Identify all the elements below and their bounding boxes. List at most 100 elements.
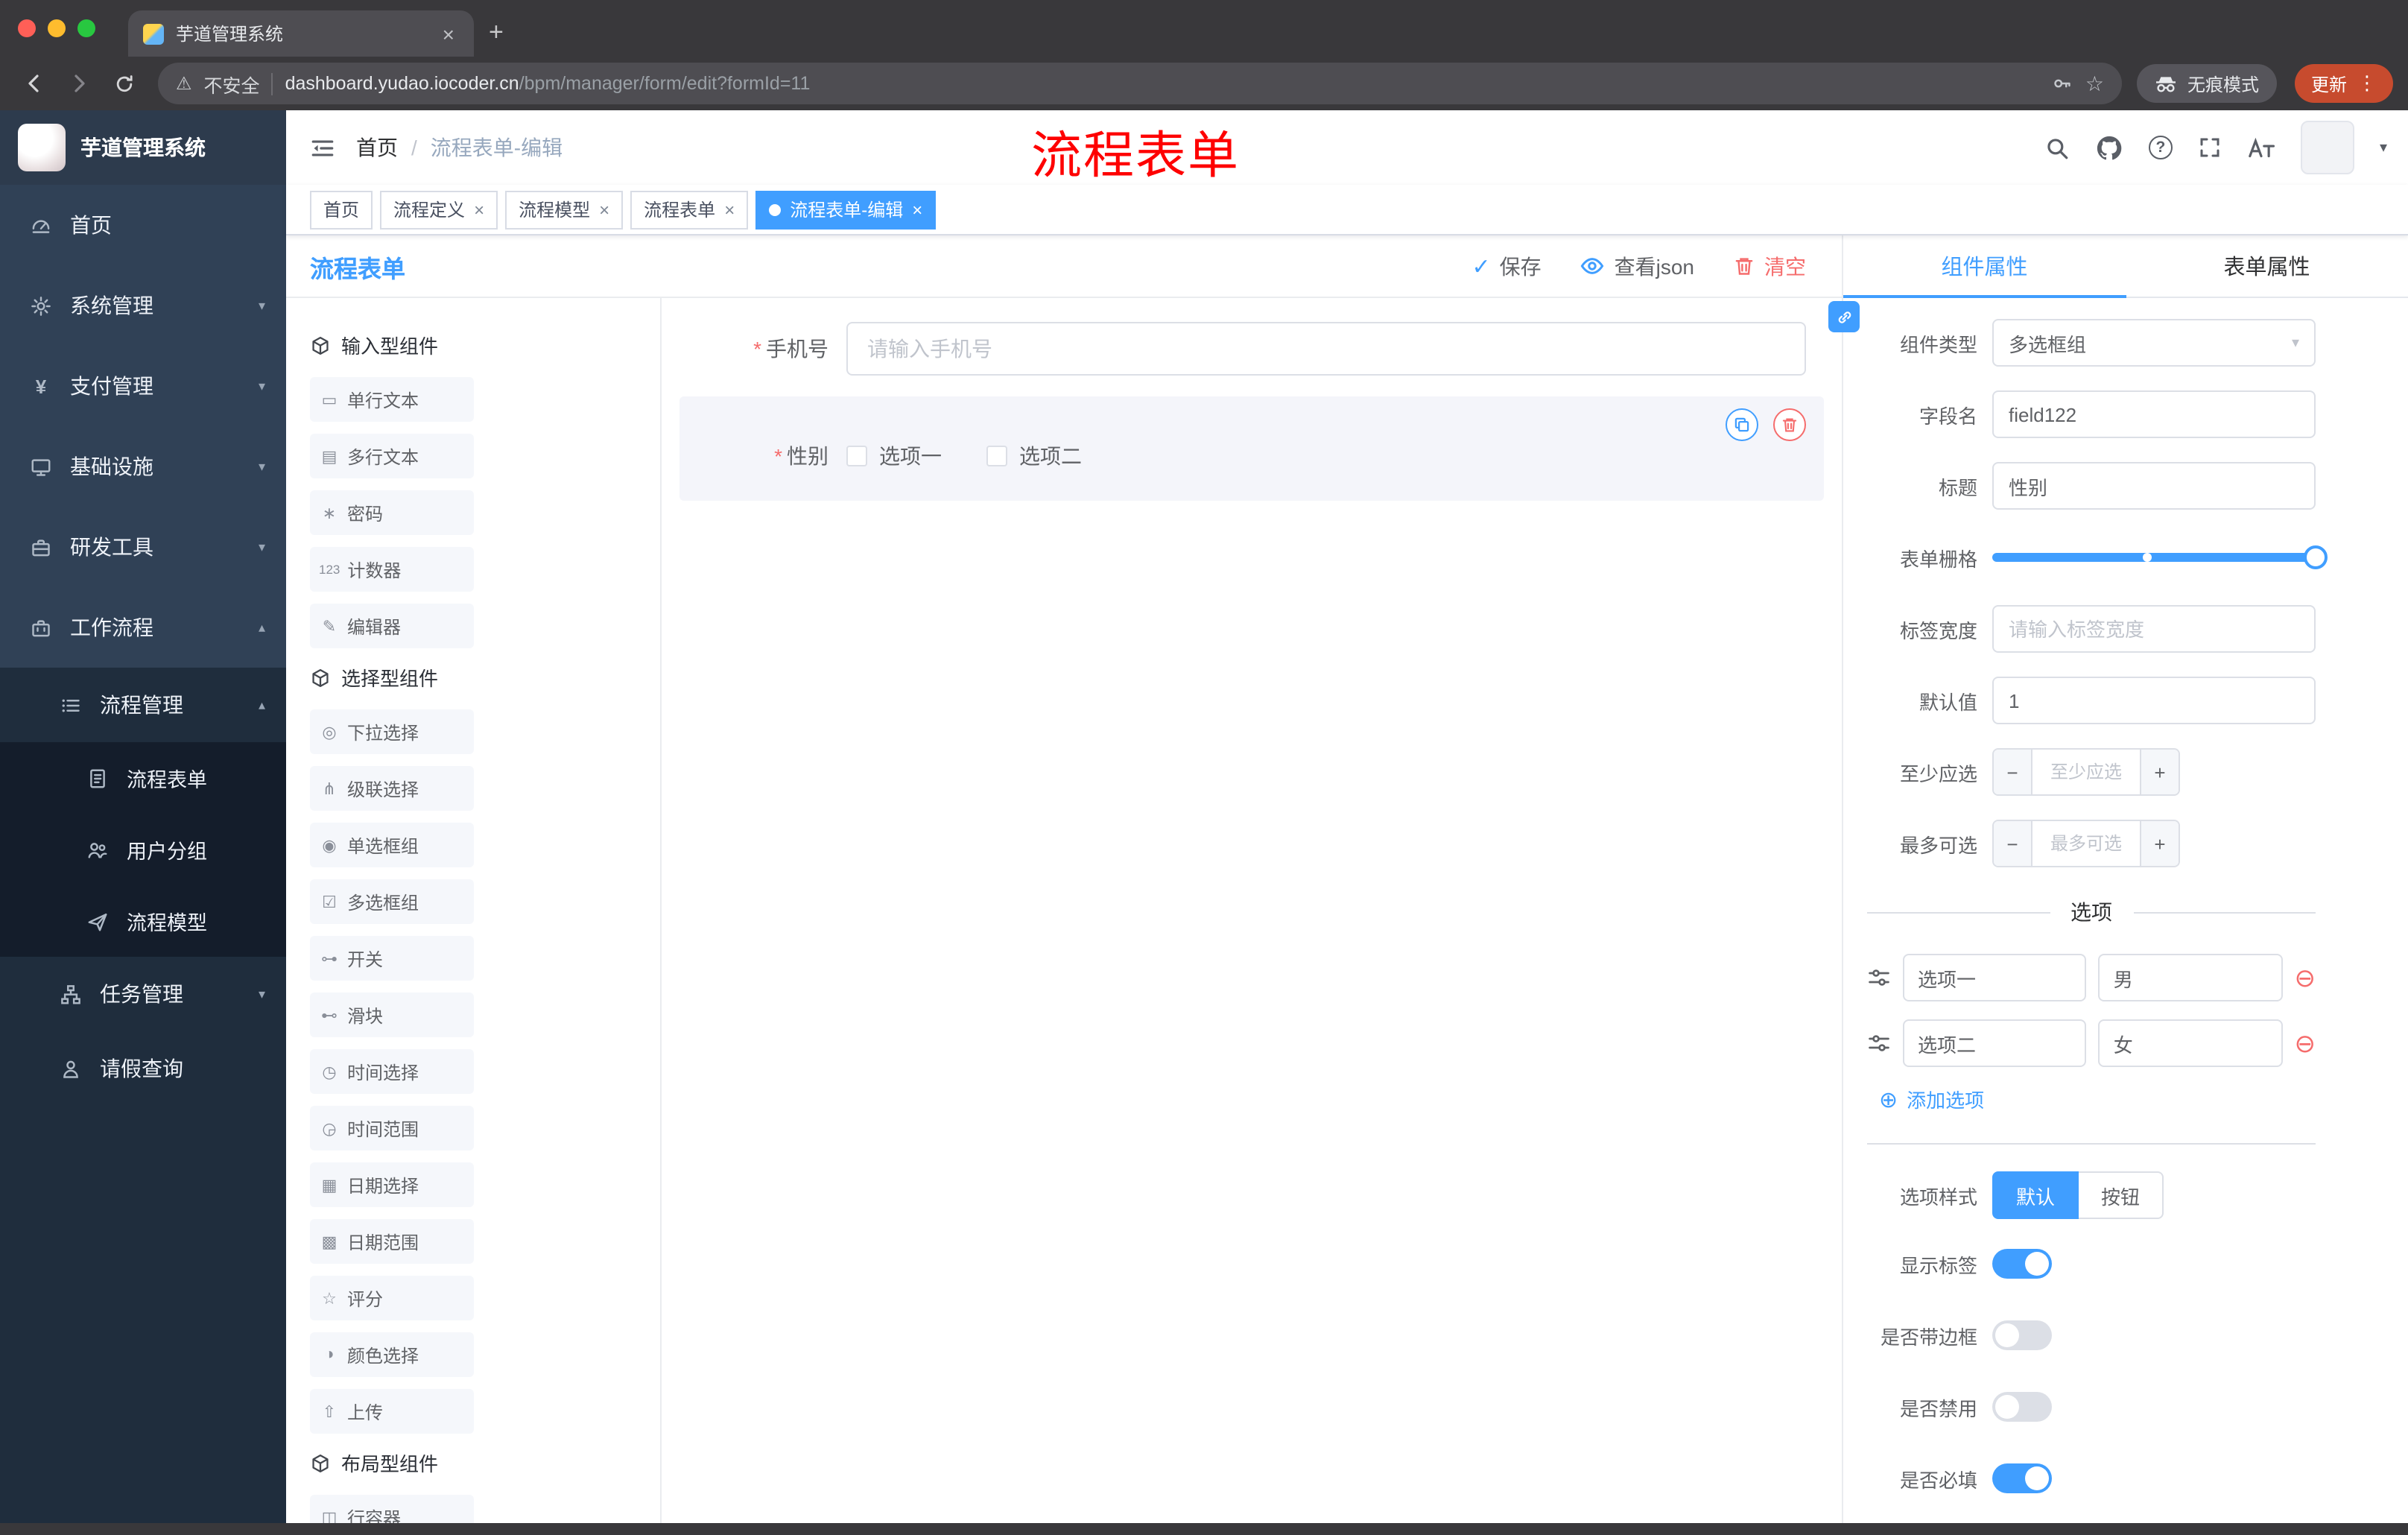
palette-item-rate[interactable]: ☆ 评分	[310, 1276, 474, 1320]
delete-item-button[interactable]	[1773, 408, 1806, 441]
palette-item-upload[interactable]: ⇧ 上传	[310, 1389, 474, 1434]
field-name-input[interactable]	[1992, 390, 2316, 438]
palette-item-single-line-text[interactable]: ▭ 单行文本	[310, 377, 474, 422]
show-label-switch[interactable]	[1992, 1249, 2052, 1279]
palette-item-date-picker[interactable]: ▦ 日期选择	[310, 1162, 474, 1207]
help-icon[interactable]: ?	[2148, 136, 2173, 159]
tag-process-definition[interactable]: 流程定义 ×	[380, 190, 498, 229]
browser-update-button[interactable]: 更新 ⋮	[2294, 64, 2393, 103]
disabled-switch[interactable]	[1992, 1392, 2052, 1422]
tag-close-icon[interactable]: ×	[912, 200, 922, 218]
brand[interactable]: 芋道管理系统	[0, 110, 286, 185]
url-text[interactable]: dashboard.yudao.iocoder.cn/bpm/manager/f…	[285, 73, 2041, 94]
palette-item-time-picker[interactable]: ◷ 时间选择	[310, 1049, 474, 1094]
clear-button[interactable]: 清空	[1733, 251, 1806, 281]
label-width-input[interactable]	[1992, 605, 2316, 653]
tag-close-icon[interactable]: ×	[474, 200, 484, 218]
sidebar-item-dev-tools[interactable]: 研发工具 ▾	[0, 507, 286, 587]
style-default-button[interactable]: 默认	[1992, 1171, 2079, 1219]
sidebar-item-payment-management[interactable]: ¥ 支付管理 ▾	[0, 346, 286, 426]
option-label-input[interactable]	[1903, 954, 2087, 1001]
option-label-input[interactable]	[1903, 1019, 2087, 1067]
sidebar-item-system-management[interactable]: 系统管理 ▾	[0, 265, 286, 346]
back-button[interactable]	[15, 64, 54, 103]
slider-handle[interactable]	[2304, 545, 2328, 569]
palette-item-time-range[interactable]: ◶ 时间范围	[310, 1106, 474, 1151]
default-value-input[interactable]	[1992, 677, 2316, 724]
palette-item-rich-editor[interactable]: ✎ 编辑器	[310, 604, 474, 648]
search-icon[interactable]	[2044, 135, 2070, 160]
palette-item-select[interactable]: ◎ 下拉选择	[310, 709, 474, 754]
breadcrumb-home[interactable]: 首页	[356, 133, 398, 162]
stepper-decrease-button[interactable]: −	[1994, 821, 2032, 866]
option-value-input[interactable]	[2098, 1019, 2283, 1067]
canvas-field-phone[interactable]: * 手机号	[679, 322, 1824, 376]
palette-item-slider[interactable]: ⊷ 滑块	[310, 993, 474, 1037]
border-switch[interactable]	[1992, 1320, 2052, 1350]
canvas-field-gender-selected[interactable]: * 性别 选项一 选项二	[679, 396, 1824, 501]
window-zoom-button[interactable]	[77, 19, 95, 37]
sidebar-item-process-model[interactable]: 流程模型	[0, 885, 286, 957]
drag-handle-icon[interactable]	[1867, 966, 1891, 990]
checkbox-option-1[interactable]: 选项一	[846, 441, 942, 471]
bookmark-star-icon[interactable]: ☆	[2085, 71, 2104, 96]
palette-item-switch[interactable]: ⊶ 开关	[310, 936, 474, 981]
add-option-button[interactable]: ⊕ 添加选项	[1879, 1085, 2316, 1113]
sidebar-fold-button[interactable]	[286, 135, 356, 160]
stepper-increase-button[interactable]: +	[2140, 821, 2179, 866]
sidebar-item-user-group[interactable]: 用户分组	[0, 814, 286, 885]
security-label[interactable]: 不安全	[204, 69, 260, 98]
required-switch[interactable]	[1992, 1463, 2052, 1493]
browser-tab[interactable]: 芋道管理系统 ×	[128, 10, 474, 57]
phone-input[interactable]	[846, 322, 1806, 376]
save-button[interactable]: ✓ 保存	[1471, 251, 1541, 281]
palette-item-date-range[interactable]: ▩ 日期范围	[310, 1219, 474, 1264]
min-select-input[interactable]	[2032, 750, 2140, 794]
sidebar-item-infrastructure[interactable]: 基础设施 ▾	[0, 426, 286, 507]
tag-process-form-edit[interactable]: 流程表单-编辑 ×	[755, 190, 937, 229]
palette-item-color-picker[interactable]: ◑ 颜色选择	[310, 1332, 474, 1377]
window-close-button[interactable]	[18, 19, 36, 37]
address-bar[interactable]: ⚠ 不安全 dashboard.yudao.iocoder.cn/bpm/man…	[158, 63, 2122, 104]
avatar-caret-icon[interactable]: ▾	[2380, 139, 2387, 156]
avatar[interactable]	[2300, 121, 2354, 174]
max-select-input[interactable]	[2032, 821, 2140, 866]
browser-menu-icon[interactable]: ⋮	[2357, 72, 2377, 95]
window-minimize-button[interactable]	[48, 19, 66, 37]
sidebar-item-process-management[interactable]: 流程管理 ▴	[0, 668, 286, 742]
option-value-input[interactable]	[2098, 954, 2283, 1001]
title-input[interactable]	[1992, 462, 2316, 510]
reload-button[interactable]	[104, 64, 143, 103]
remove-option-button[interactable]: ⊖	[2295, 1031, 2316, 1056]
checkbox-option-2[interactable]: 选项二	[986, 441, 1082, 471]
palette-item-row-container[interactable]: ◫ 行容器	[310, 1495, 474, 1523]
tab-component-properties[interactable]: 组件属性	[1843, 235, 2126, 297]
github-icon[interactable]	[2095, 133, 2123, 162]
remove-option-button[interactable]: ⊖	[2295, 965, 2316, 990]
tag-process-form[interactable]: 流程表单 ×	[630, 190, 749, 229]
form-grid-slider[interactable]	[1992, 534, 2328, 581]
forward-button[interactable]	[60, 64, 98, 103]
stepper-increase-button[interactable]: +	[2140, 750, 2179, 794]
view-json-button[interactable]: 查看json	[1580, 251, 1694, 281]
sidebar-item-task-management[interactable]: 任务管理 ▾	[0, 957, 286, 1031]
component-type-select[interactable]: 多选框组 ▾	[1992, 319, 2316, 367]
sidebar-item-home[interactable]: 首页	[0, 185, 286, 265]
copy-item-button[interactable]	[1726, 408, 1758, 441]
link-icon[interactable]	[1828, 301, 1860, 332]
sidebar-item-leave-query[interactable]: 请假查询	[0, 1031, 286, 1106]
tag-close-icon[interactable]: ×	[724, 200, 735, 218]
tab-form-properties[interactable]: 表单属性	[2126, 235, 2408, 297]
password-key-icon[interactable]	[2053, 73, 2073, 94]
tag-close-icon[interactable]: ×	[599, 200, 609, 218]
font-size-icon[interactable]	[2247, 135, 2275, 160]
palette-item-radio-group[interactable]: ◉ 单选框组	[310, 823, 474, 867]
style-button-button[interactable]: 按钮	[2077, 1171, 2164, 1219]
palette-item-multi-line-text[interactable]: ▤ 多行文本	[310, 434, 474, 478]
tab-close-icon[interactable]: ×	[438, 22, 459, 45]
tag-process-model[interactable]: 流程模型 ×	[505, 190, 624, 229]
palette-item-counter[interactable]: 123 计数器	[310, 547, 474, 592]
fullscreen-icon[interactable]	[2198, 136, 2222, 159]
stepper-decrease-button[interactable]: −	[1994, 750, 2032, 794]
slider-track[interactable]	[1992, 545, 2328, 569]
